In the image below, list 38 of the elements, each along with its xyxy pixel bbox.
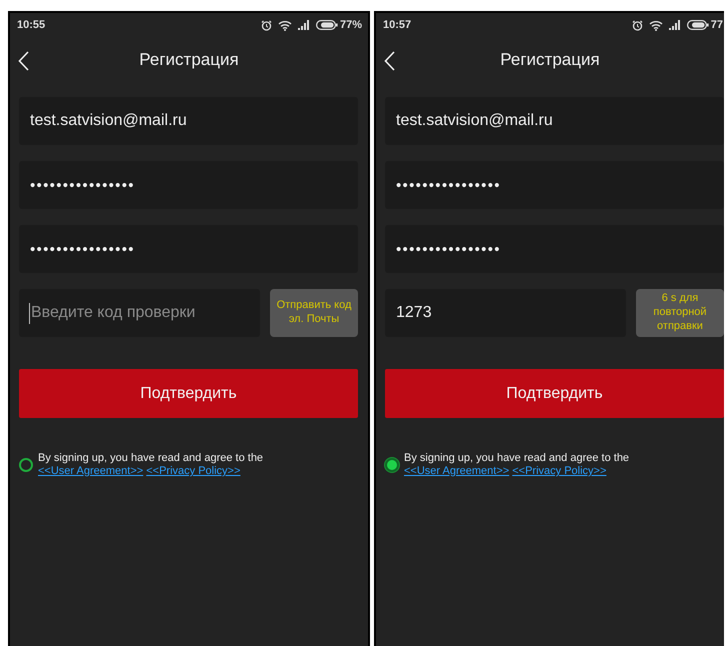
password-field[interactable]: •••••••••••••••• xyxy=(19,161,358,209)
battery-icon xyxy=(686,20,709,30)
agreement-link[interactable]: <<User Agreement>> xyxy=(404,465,510,477)
alarm-clock-icon xyxy=(260,20,272,30)
confirm-button[interactable]: Подтвердить xyxy=(385,369,724,418)
email-field[interactable]: test.satvision@mail.ru xyxy=(385,97,724,145)
verification-code-field[interactable]: 1273 xyxy=(385,289,626,337)
agreement-radio[interactable] xyxy=(19,458,33,472)
signal-icon xyxy=(298,20,310,30)
battery-percent: 77% xyxy=(340,19,362,31)
agreement-link[interactable]: <<User Agreement>> xyxy=(38,465,144,477)
battery-icon xyxy=(316,20,338,30)
back-button[interactable] xyxy=(16,49,31,73)
email-field[interactable]: test.satvision@mail.ru xyxy=(19,97,358,145)
battery-percent: 77 xyxy=(710,19,723,31)
chevron-left-icon xyxy=(18,51,29,71)
agreement-text: By signing up, you have read and agree to the <<User Agreement>> <<Privacy Policy>> xyxy=(404,452,630,478)
password-field[interactable]: •••••••••••••••• xyxy=(385,161,724,209)
screen-title: Регистрация xyxy=(138,50,240,70)
agreement-link[interactable]: <<Privacy Policy>> xyxy=(512,465,606,477)
wifi-icon xyxy=(278,20,292,30)
screen-title: Регистрация xyxy=(499,50,601,70)
password-field[interactable]: •••••••••••••••• xyxy=(19,225,358,273)
agreement-text: By signing up, you have read and agree to the <<User Agreement>> <<Privacy Policy>> xyxy=(38,452,264,478)
alarm-clock-icon xyxy=(632,20,643,30)
status-time: 10:57 xyxy=(383,19,412,31)
send-code-button[interactable]: Отправить код эл. Почты xyxy=(270,289,358,337)
agreement-link[interactable]: <<Privacy Policy>> xyxy=(146,465,240,477)
agreement-radio[interactable] xyxy=(385,458,399,472)
chevron-left-icon xyxy=(384,51,395,71)
password-field[interactable]: •••••••••••••••• xyxy=(385,225,724,273)
confirm-button[interactable]: Подтвердить xyxy=(19,369,358,418)
back-button[interactable] xyxy=(382,49,397,73)
signal-icon xyxy=(668,20,681,30)
verification-code-field[interactable]: Введите код проверки xyxy=(19,289,260,337)
status-time: 10:55 xyxy=(17,19,46,31)
send-code-button[interactable]: 6 s для повторной отправки xyxy=(636,289,724,337)
wifi-icon xyxy=(648,20,663,30)
